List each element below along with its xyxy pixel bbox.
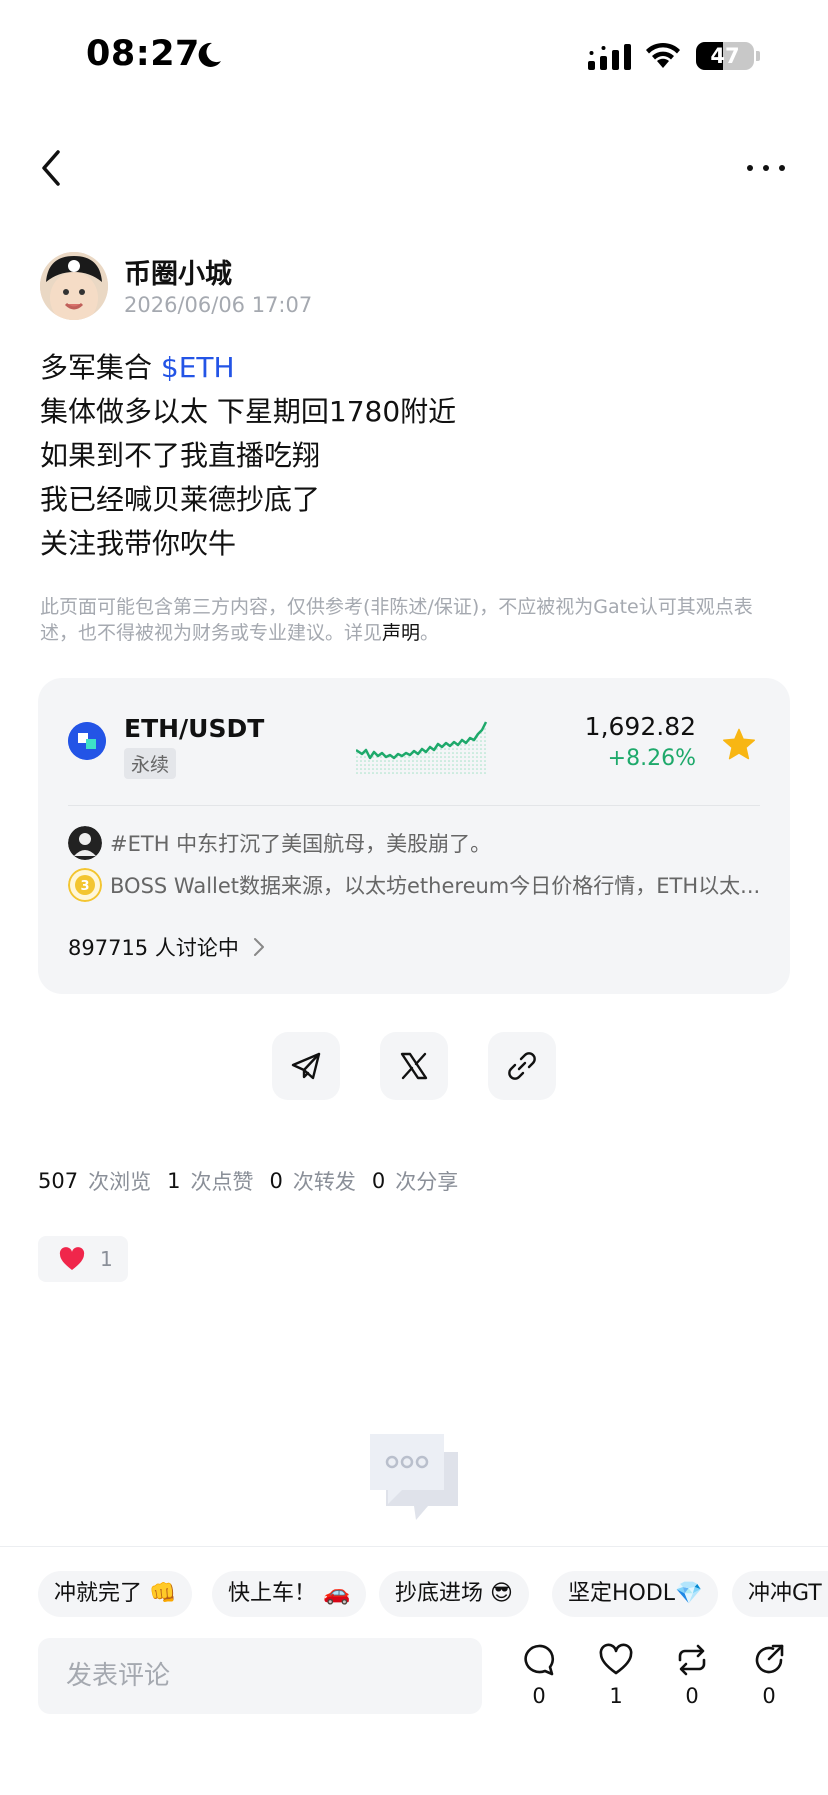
like-count: 1 [609, 1684, 623, 1708]
star-icon[interactable] [722, 728, 756, 760]
link-icon [508, 1052, 536, 1080]
discussion-count[interactable]: 897715 人讨论中 [68, 932, 265, 962]
back-icon[interactable] [36, 148, 66, 188]
share-telegram-button[interactable] [272, 1032, 340, 1100]
telegram-icon [291, 1052, 321, 1080]
exchange-logo-icon [68, 722, 106, 760]
post-line: 集体做多以太 下星期回1780附近 [40, 395, 457, 428]
repost-action[interactable]: 0 [664, 1642, 720, 1708]
card-divider [68, 805, 760, 806]
user-avatar-icon [68, 826, 102, 860]
cellular-signal-icon [588, 44, 631, 70]
likes-count: 1 [167, 1169, 181, 1193]
pair-price: 1,692.82 [584, 712, 696, 741]
comment-action[interactable]: 0 [511, 1642, 567, 1708]
price-sparkline [356, 721, 488, 776]
post-line: 我已经喊贝莱德抄底了 [40, 483, 321, 516]
share-x-button[interactable] [380, 1032, 448, 1100]
trading-pair: ETH/USDT [124, 714, 265, 743]
news-item[interactable]: #ETH 中东打沉了美国航母，美股崩了。 [68, 826, 768, 860]
news-item[interactable]: 3 BOSS Wallet数据来源，以太坊ethereum今日价格行情，ETH以… [68, 868, 768, 902]
boss-wallet-icon: 3 [68, 868, 102, 902]
share-icon [755, 1644, 784, 1674]
news-text: #ETH 中东打沉了美国航母，美股崩了。 [110, 832, 492, 856]
copy-link-button[interactable] [488, 1032, 556, 1100]
status-time: 08:27 [86, 34, 200, 74]
views-label: 次浏览 [88, 1170, 152, 1194]
like-action[interactable]: 1 [588, 1642, 644, 1708]
wifi-icon [646, 42, 680, 68]
x-logo-icon [400, 1052, 428, 1080]
chevron-right-icon [253, 938, 264, 956]
share-count: 0 [762, 1684, 776, 1708]
post-line: 关注我带你吹牛 [40, 527, 237, 560]
quick-reply-chip[interactable]: 快上车！ 🚗 [212, 1571, 367, 1617]
comment-icon [524, 1644, 555, 1676]
repost-icon [678, 1644, 706, 1676]
status-bar: 08:27 47 [0, 0, 828, 112]
reposts-label: 次转发 [292, 1170, 356, 1194]
quick-reply-chip[interactable]: 坚定HODL💎 [552, 1571, 719, 1617]
post-stats: 507 次浏览 1 次点赞 0 次转发 0 次分享 [38, 1166, 474, 1196]
discussion-text: 897715 人讨论中 [68, 936, 239, 960]
svg-text:3: 3 [80, 879, 89, 894]
post-line-text: 多军集合 [40, 351, 161, 384]
contract-type-badge: 永续 [124, 748, 177, 779]
post-line: 多军集合 $ETH [40, 346, 456, 390]
avatar-image [40, 252, 108, 320]
quick-reply-chip[interactable]: 冲冲GT [732, 1571, 828, 1617]
post-timestamp: 2026/06/06 17:07 [124, 293, 313, 317]
post-line: 如果到不了我直播吃翔 [40, 439, 321, 472]
battery-icon: 47 [696, 42, 754, 70]
shares-label: 次分享 [395, 1170, 459, 1194]
battery-nub [756, 51, 760, 61]
reposts-count: 0 [269, 1169, 283, 1193]
comment-count: 0 [532, 1684, 546, 1708]
disclaimer-end: 。 [420, 622, 440, 644]
comment-input[interactable]: 发表评论 [38, 1638, 482, 1714]
share-action[interactable]: 0 [741, 1642, 797, 1708]
pair-change: +8.26% [607, 746, 696, 771]
likes-label: 次点赞 [190, 1170, 254, 1194]
shares-count: 0 [371, 1169, 386, 1193]
eth-tag-link[interactable]: $ETH [161, 351, 235, 384]
disclaimer-link[interactable]: 声明 [382, 622, 420, 644]
disclaimer: 此页面可能包含第三方内容，仅供参考(非陈述/保证)，不应被视为Gate认可其观点… [40, 594, 780, 646]
quick-reply-chip[interactable]: 抄底进场 😎 [379, 1571, 529, 1617]
heart-reaction-chip[interactable]: 1 [38, 1236, 128, 1282]
market-card[interactable]: ETH/USDT 永续 1,692.82 +8.26% #ETH 中东打沉了美国… [38, 678, 790, 994]
quick-reply-chip[interactable]: 冲就完了 👊 [38, 1571, 193, 1617]
like-icon [599, 1643, 633, 1675]
more-options-icon[interactable] [744, 158, 788, 178]
heart-icon [59, 1247, 85, 1270]
repost-count: 0 [685, 1684, 699, 1708]
views-count: 507 [38, 1169, 79, 1193]
moon-icon [198, 42, 221, 67]
reaction-count: 1 [100, 1247, 113, 1271]
news-text: BOSS Wallet数据来源，以太坊ethereum今日价格行情，ETH以太.… [110, 874, 761, 898]
empty-comments-icon [370, 1434, 458, 1520]
author-avatar[interactable] [40, 252, 108, 320]
battery-level: 47 [710, 44, 740, 68]
author-name[interactable]: 币圈小城 [124, 252, 232, 291]
bottom-divider [0, 1546, 828, 1547]
post-content: 多军集合 $ETH 集体做多以太 下星期回1780附近 如果到不了我直播吃翔 我… [40, 346, 456, 566]
